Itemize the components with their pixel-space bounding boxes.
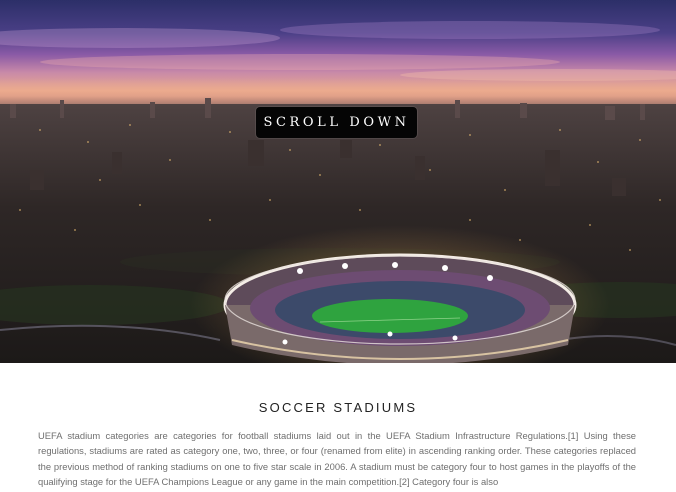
- section-body-text: UEFA stadium categories are categories f…: [38, 430, 636, 487]
- hero-banner: SCROLL DOWN: [0, 0, 676, 363]
- section-title: SOCCER STADIUMS: [258, 400, 418, 415]
- scroll-down-button[interactable]: SCROLL DOWN: [256, 107, 417, 138]
- page: SCROLL DOWN SOCCER STADIUMS UEFA stadium…: [0, 0, 676, 492]
- content-section: SOCCER STADIUMS UEFA stadium categories …: [0, 363, 676, 492]
- stadium-city-image: [0, 21, 676, 363]
